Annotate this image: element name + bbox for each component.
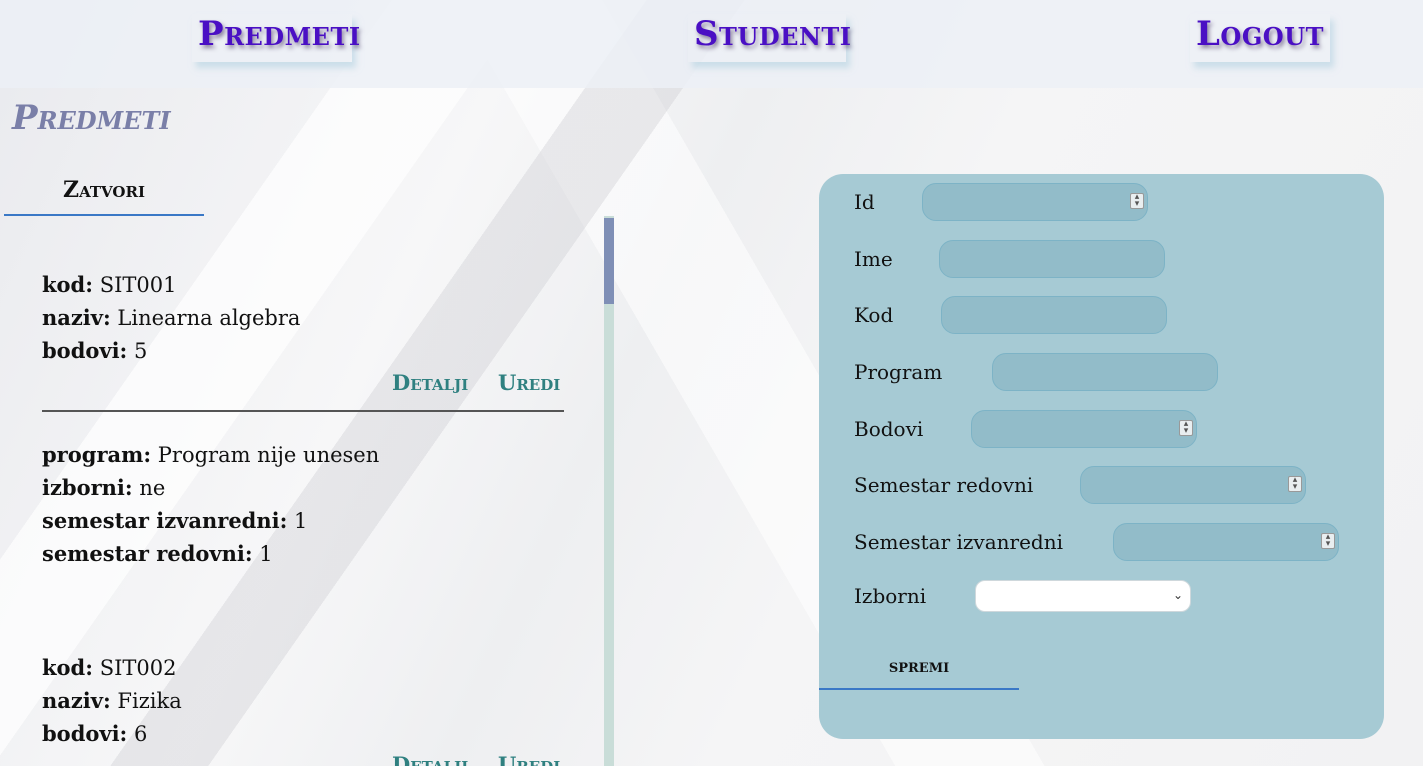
id-input[interactable] [922, 183, 1148, 221]
form-row-izborni: Izborni ⌄ [854, 576, 1374, 616]
edit-link[interactable]: Uredi [498, 752, 560, 766]
scrollbar-thumb[interactable] [604, 218, 614, 304]
top-navigation: Predmeti Studenti Logout [0, 0, 1423, 88]
program-label: Program [854, 360, 943, 384]
form-row-semestar-izvanredni: Semestar izvanredni ▴ ▾ [854, 522, 1374, 562]
course-details: program: Program nije unesen izborni: ne… [42, 438, 582, 570]
izborni-label: Izborni [854, 584, 927, 608]
bodovi-label: Bodovi [854, 417, 924, 441]
semestar-izvanredni-input[interactable] [1113, 523, 1339, 561]
semestar-redovni-input[interactable] [1080, 466, 1306, 504]
kod-label: Kod [854, 303, 894, 327]
course-kod: kod: SIT001 [42, 272, 177, 297]
course-kod: kod: SIT002 [42, 655, 177, 680]
ime-input[interactable] [939, 240, 1165, 278]
form-row-program: Program [854, 352, 1374, 392]
course-form: Id ▴ ▾ Ime Kod Program Bodovi ▴ ▾ Semestar… [819, 174, 1384, 739]
nav-logout-link[interactable]: Logout [1190, 14, 1330, 62]
form-row-bodovi: Bodovi ▴ ▾ [854, 409, 1374, 449]
course-naziv: naziv: Linearna algebra [42, 305, 301, 330]
semestar-redovni-label: Semestar redovni [854, 473, 1034, 497]
course-bodovi: bodovi: 5 [42, 338, 148, 363]
semestar-izvanredni-label: Semestar izvanredni [854, 530, 1063, 554]
details-link[interactable]: Detalji [392, 370, 468, 395]
form-row-id: Id ▴ ▾ [854, 182, 1374, 222]
program-input[interactable] [992, 353, 1218, 391]
nav-predmeti-link[interactable]: Predmeti [192, 14, 360, 62]
course-naziv: naziv: Fizika [42, 688, 182, 713]
chevron-down-icon: ⌄ [1172, 588, 1183, 602]
kod-input[interactable] [941, 296, 1167, 334]
semestar-izvanredni-spinner-icon[interactable]: ▴ ▾ [1321, 533, 1335, 549]
save-button[interactable]: spremi [819, 650, 1019, 690]
ime-label: Ime [854, 247, 893, 271]
course-semestar-izvanredni: semestar izvanredni: 1 [42, 508, 308, 533]
bodovi-spinner-icon[interactable]: ▴ ▾ [1179, 420, 1193, 436]
course-actions: Detalji Uredi [392, 752, 572, 766]
bodovi-input[interactable] [971, 410, 1197, 448]
form-row-ime: Ime [854, 239, 1374, 279]
course-card: kod: SIT001 naziv: Linearna algebra bodo… [42, 268, 582, 367]
form-row-semestar-redovni: Semestar redovni ▴ ▾ [854, 465, 1374, 505]
course-izborni: izborni: ne [42, 475, 166, 500]
edit-link[interactable]: Uredi [498, 370, 560, 395]
close-button[interactable]: Zatvori [4, 172, 204, 216]
course-bodovi: bodovi: 6 [42, 721, 148, 746]
form-row-kod: Kod [854, 295, 1374, 335]
course-card: kod: SIT002 naziv: Fizika bodovi: 6 [42, 651, 582, 750]
course-program: program: Program nije unesen [42, 442, 380, 467]
course-list[interactable]: kod: SIT001 naziv: Linearna algebra bodo… [6, 216, 614, 766]
id-spinner-icon[interactable]: ▴ ▾ [1130, 193, 1144, 209]
course-actions: Detalji Uredi [392, 370, 572, 400]
page-title: Predmeti [12, 98, 171, 138]
divider [42, 410, 564, 412]
semestar-redovni-spinner-icon[interactable]: ▴ ▾ [1288, 476, 1302, 492]
izborni-select[interactable]: ⌄ [975, 580, 1191, 612]
course-semestar-redovni: semestar redovni: 1 [42, 541, 273, 566]
id-label: Id [854, 190, 875, 214]
nav-studenti-link[interactable]: Studenti [688, 14, 851, 62]
details-link[interactable]: Detalji [392, 752, 468, 766]
